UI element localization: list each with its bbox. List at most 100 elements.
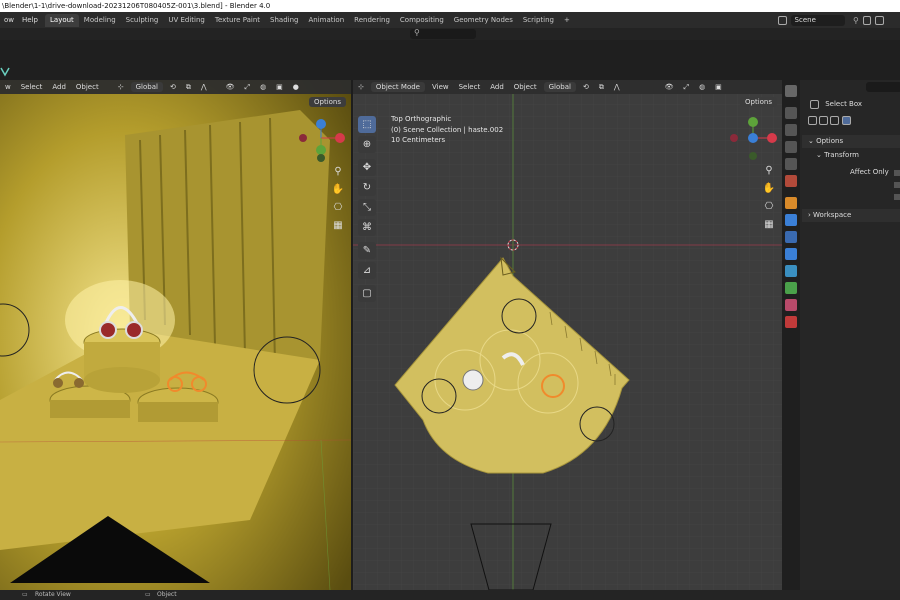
tab-scripting[interactable]: Scripting [518, 14, 559, 27]
left-viewport[interactable]: w Select Add Object ⊹ Global ⟲ ⧉ ⋀ 👁 ⤢ ◍… [0, 80, 351, 590]
menu-item-window[interactable]: ow [0, 16, 18, 24]
new-scene-icon[interactable] [862, 15, 872, 25]
right-navigation-gizmo[interactable] [729, 116, 779, 166]
mode-invert-icon[interactable] [841, 116, 851, 125]
tab-shading[interactable]: Shading [265, 14, 303, 27]
constraints-tab-icon[interactable] [785, 265, 797, 277]
right-menu-view[interactable]: View [427, 83, 454, 91]
tab-texture-paint[interactable]: Texture Paint [210, 14, 265, 27]
rotate-tool-icon[interactable]: ↻ [358, 179, 376, 196]
view-layer-tab-icon[interactable] [785, 141, 797, 153]
workspace-section-header[interactable]: › Workspace [802, 209, 900, 222]
render-tab-icon[interactable] [785, 107, 797, 119]
editor-type-icon[interactable] [0, 67, 12, 77]
top-search-input[interactable]: ⚲ [410, 28, 476, 39]
measure-tool-icon[interactable]: ⊿ [358, 262, 376, 279]
mode-dropdown[interactable]: Object Mode [370, 82, 425, 92]
shading-solid-icon[interactable]: ● [288, 83, 304, 91]
menu-item-help[interactable]: Help [18, 16, 42, 24]
properties-search-input[interactable] [866, 82, 900, 92]
pin-icon[interactable]: ⚲ [853, 16, 859, 25]
tab-animation[interactable]: Animation [303, 14, 349, 27]
visibility-icon[interactable]: 👁 [212, 83, 240, 91]
proportional-icon[interactable]: ⋀ [196, 83, 212, 91]
overlay-icon[interactable]: ◍ [255, 83, 271, 91]
gizmo-icon[interactable]: ⤢ [239, 83, 255, 92]
options-section-header[interactable]: ⌄ Options [802, 135, 900, 148]
particles-tab-icon[interactable] [785, 231, 797, 243]
scale-tool-icon[interactable]: ⤡ [358, 199, 376, 216]
tool-tab-icon[interactable] [785, 85, 797, 97]
scene-name-field[interactable]: Scene [790, 14, 846, 26]
right-camera-icon[interactable]: ⎔ [762, 200, 776, 214]
add-cube-tool-icon[interactable]: ▢ [358, 285, 376, 302]
right-options-button[interactable]: Options [740, 97, 778, 107]
object-tab-icon[interactable] [785, 197, 797, 209]
right-menu-object[interactable]: Object [509, 83, 542, 91]
mode-set-icon[interactable] [808, 116, 817, 125]
properties-tabs [782, 80, 800, 590]
material-tab-icon[interactable] [785, 299, 797, 311]
left-orientation-dropdown[interactable]: Global [130, 82, 163, 92]
right-snap-icon[interactable]: ⧉ [594, 83, 609, 92]
affect-parents-checkbox[interactable] [894, 194, 900, 200]
cursor-tool-icon[interactable]: ⊕ [358, 136, 376, 153]
annotate-tool-icon[interactable]: ✎ [358, 242, 376, 259]
right-pan-hand-icon[interactable]: ✋ [762, 182, 776, 196]
editor-type-dropdown[interactable]: ⊹ [353, 83, 369, 91]
move-tool-icon[interactable]: ✥ [358, 159, 376, 176]
tab-rendering[interactable]: Rendering [349, 14, 395, 27]
zoom-icon[interactable]: ⚲ [331, 165, 345, 179]
transform-subsection[interactable]: ⌄ Transform [802, 149, 900, 162]
tab-compositing[interactable]: Compositing [395, 14, 449, 27]
left-viewport-header: w Select Add Object ⊹ Global ⟲ ⧉ ⋀ 👁 ⤢ ◍… [0, 80, 351, 94]
physics-tab-icon[interactable] [785, 248, 797, 260]
left-navigation-gizmo[interactable] [298, 118, 348, 168]
select-box-tool-icon[interactable]: ⬚ [358, 116, 376, 133]
tab-uv-editing[interactable]: UV Editing [163, 14, 210, 27]
select-mode-buttons[interactable] [802, 116, 900, 129]
mode-subtract-icon[interactable] [830, 116, 840, 125]
scene-tab-icon[interactable] [785, 158, 797, 170]
left-options-button[interactable]: Options [309, 97, 347, 107]
delete-scene-icon[interactable] [875, 15, 884, 25]
grid-icon[interactable]: ▦ [331, 219, 345, 233]
left-menu-add[interactable]: Add [47, 83, 71, 91]
left-menu-object[interactable]: Object [71, 83, 104, 91]
modifier-tab-icon[interactable] [785, 214, 797, 226]
right-grid-icon[interactable]: ▦ [762, 218, 776, 232]
affect-objects-checkbox[interactable] [894, 170, 900, 176]
right-xray-icon[interactable]: ▣ [710, 83, 727, 91]
right-menu-add[interactable]: Add [485, 83, 509, 91]
left-menu-select[interactable]: Select [16, 83, 48, 91]
mode-extend-icon[interactable] [819, 116, 829, 125]
tab-layout[interactable]: Layout [45, 14, 79, 27]
pivot-icon[interactable]: ⟲ [165, 83, 181, 91]
right-overlay-icon[interactable]: ◍ [694, 83, 710, 91]
right-pivot-icon[interactable]: ⟲ [578, 83, 594, 91]
snap-icon[interactable]: ⧉ [181, 83, 196, 92]
xray-icon[interactable]: ▣ [271, 83, 288, 91]
tab-modeling[interactable]: Modeling [79, 14, 121, 27]
scene-selector[interactable]: Scene ⚲ [778, 14, 884, 26]
output-tab-icon[interactable] [785, 124, 797, 136]
left-menu-view[interactable]: w [0, 83, 16, 91]
right-gizmo-icon[interactable]: ⤢ [678, 83, 694, 92]
tab-geometry-nodes[interactable]: Geometry Nodes [449, 14, 518, 27]
affect-locations-checkbox[interactable] [894, 182, 900, 188]
right-viewport[interactable]: ⊹ Object Mode View Select Add Object Glo… [353, 80, 782, 590]
data-tab-icon[interactable] [785, 282, 797, 294]
add-workspace-button[interactable]: + [559, 14, 575, 27]
texture-tab-icon[interactable] [785, 316, 797, 328]
right-orientation-dropdown[interactable]: Global [543, 82, 576, 92]
right-menu-select[interactable]: Select [454, 83, 486, 91]
pan-hand-icon[interactable]: ✋ [331, 183, 345, 197]
workspace-label: Workspace [813, 211, 852, 219]
transform-tool-icon[interactable]: ⌘ [358, 219, 376, 236]
right-zoom-icon[interactable]: ⚲ [762, 164, 776, 178]
world-tab-icon[interactable] [785, 175, 797, 187]
right-proportional-icon[interactable]: ⋀ [609, 83, 625, 91]
tab-sculpting[interactable]: Sculpting [121, 14, 164, 27]
right-visibility-icon[interactable]: 👁 [625, 83, 679, 91]
camera-icon[interactable]: ⎔ [331, 201, 345, 215]
